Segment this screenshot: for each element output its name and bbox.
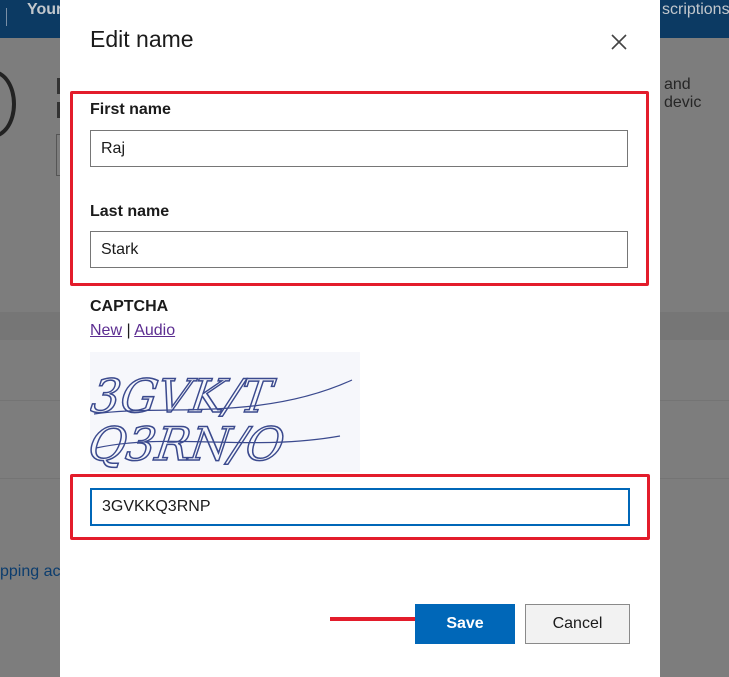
- close-icon: [611, 34, 627, 50]
- background-right-text: and devic: [664, 76, 702, 111]
- captcha-image: 3GVK/T Q3RN/O: [90, 352, 360, 472]
- background-avatar: [0, 70, 16, 138]
- captcha-audio-link[interactable]: Audio: [134, 322, 175, 339]
- background-header-right-text: scriptions: [662, 1, 729, 18]
- last-name-input[interactable]: [90, 231, 628, 268]
- save-button[interactable]: Save: [415, 604, 515, 644]
- close-button[interactable]: [606, 29, 632, 55]
- last-name-label: Last name: [90, 203, 170, 220]
- captcha-label: CAPTCHA: [90, 298, 169, 315]
- captcha-input[interactable]: [90, 488, 630, 526]
- captcha-links: New | Audio: [90, 322, 175, 340]
- captcha-link-separator: |: [126, 322, 131, 339]
- edit-name-dialog: Edit name First name Last name CAPTCHA N…: [60, 0, 660, 677]
- cancel-button[interactable]: Cancel: [525, 604, 630, 644]
- dialog-title: Edit name: [90, 26, 194, 52]
- captcha-image-line1: 3GVK/T: [90, 369, 278, 423]
- background-left-text: pping ac: [0, 563, 61, 580]
- first-name-label: First name: [90, 101, 171, 118]
- first-name-input[interactable]: [90, 130, 628, 167]
- background-header-left-text: Your: [27, 1, 63, 18]
- header-divider: [6, 8, 7, 26]
- captcha-new-link[interactable]: New: [90, 322, 122, 339]
